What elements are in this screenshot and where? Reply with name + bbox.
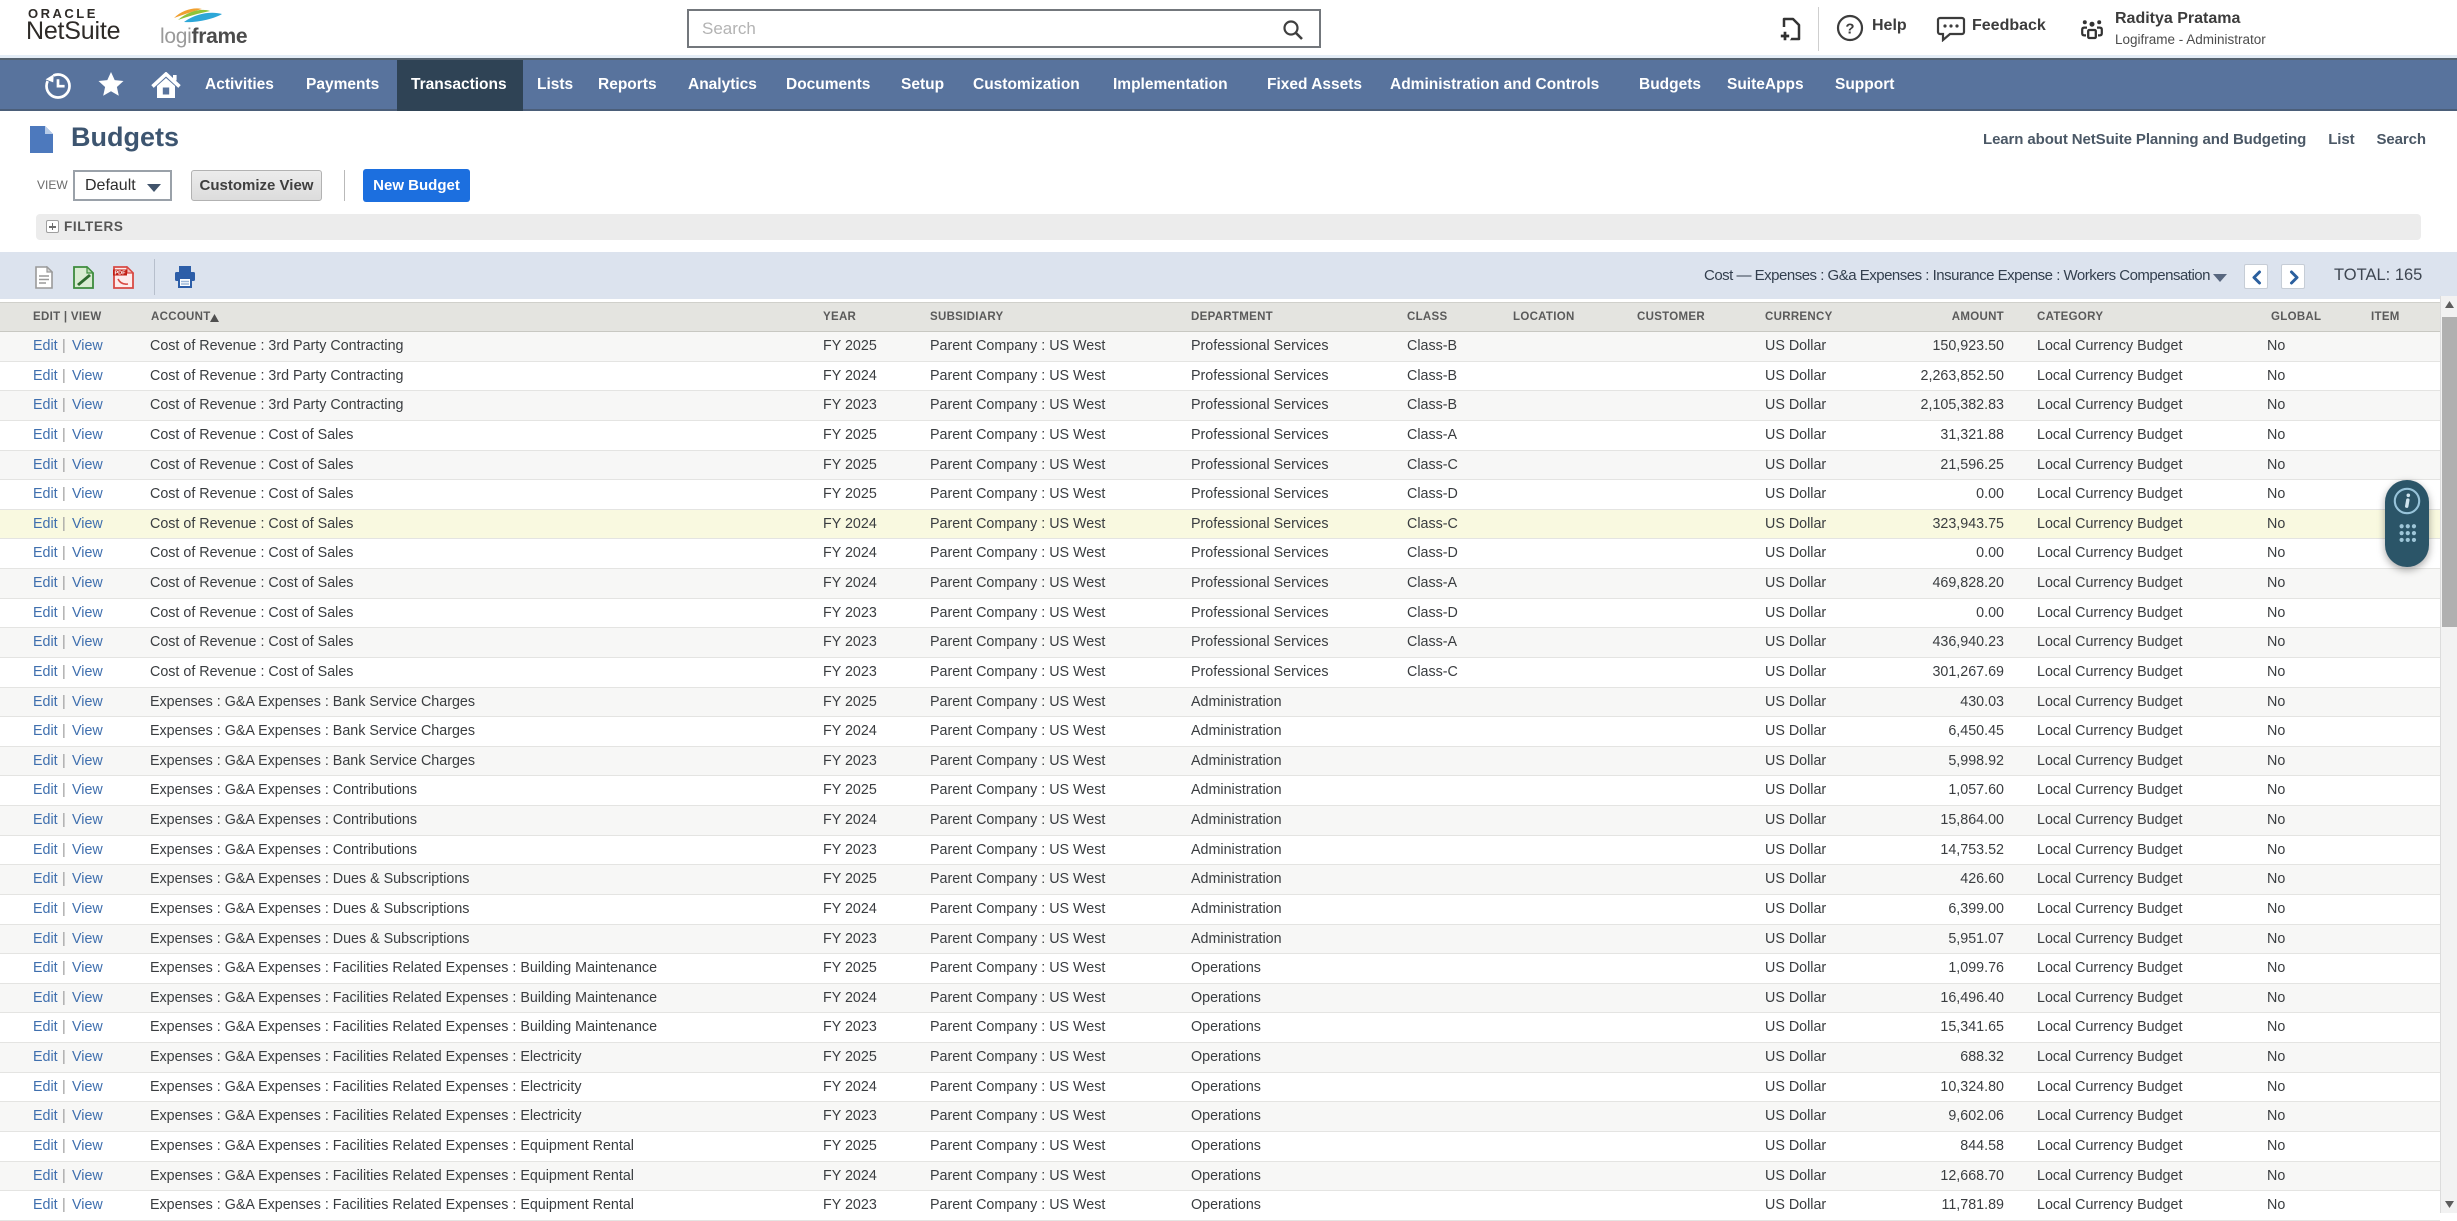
svg-text:?: ? (1845, 21, 1854, 38)
svg-text:PDF: PDF (115, 271, 127, 277)
